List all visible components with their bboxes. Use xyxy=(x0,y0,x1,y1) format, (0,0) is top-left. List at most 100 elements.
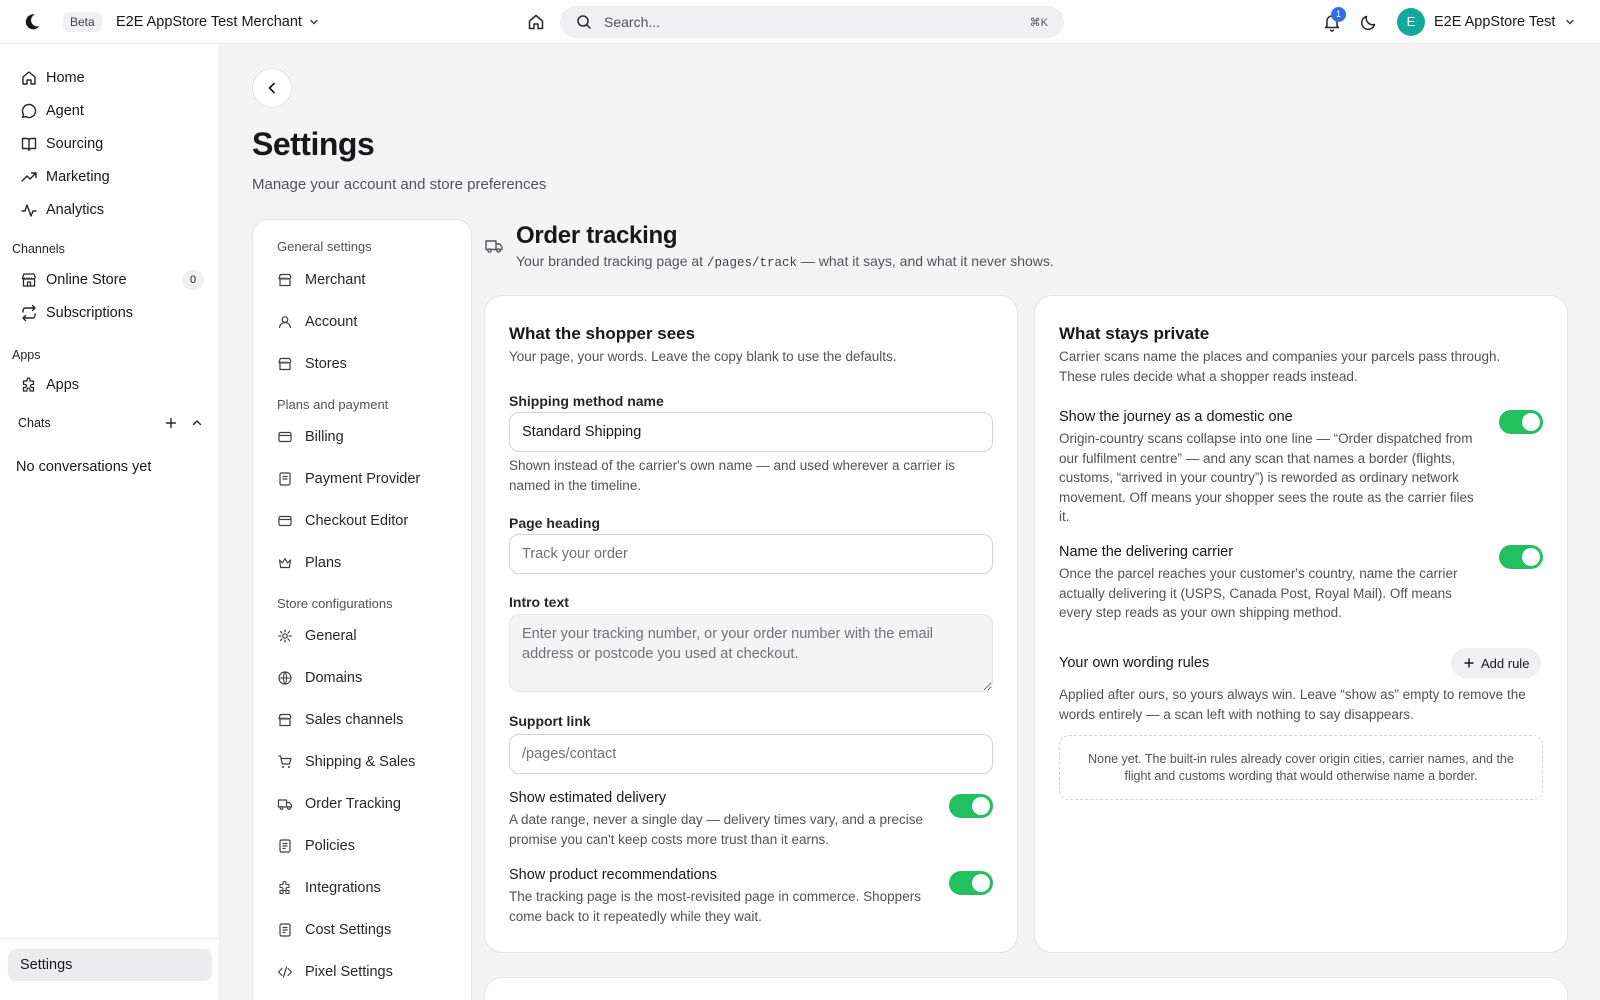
settings-nav-sales-channels[interactable]: Sales channels xyxy=(277,706,457,734)
plus-icon[interactable] xyxy=(164,416,178,430)
settings-nav-billing[interactable]: Billing xyxy=(277,423,457,451)
chat-bubble-icon xyxy=(20,102,38,120)
brand-logo-icon[interactable] xyxy=(22,12,42,32)
settings-nav-label: Integrations xyxy=(305,880,381,896)
section-title: Order tracking xyxy=(516,222,678,249)
estimated-delivery-toggle[interactable] xyxy=(949,794,993,818)
chevron-up-icon[interactable] xyxy=(190,416,204,430)
settings-nav-domains[interactable]: Domains xyxy=(277,664,457,692)
chats-header: Chats xyxy=(18,416,204,430)
support-link-input[interactable] xyxy=(509,734,993,774)
credit-card-icon xyxy=(277,513,293,529)
settings-group-heading: Store configurations xyxy=(277,596,393,611)
settings-nav-label: Payment Provider xyxy=(305,471,421,487)
no-conversations-text: No conversations yet xyxy=(16,459,152,475)
sidebar-item-analytics[interactable]: Analytics xyxy=(8,194,212,226)
settings-nav-general[interactable]: General xyxy=(277,622,457,650)
chevron-down-icon xyxy=(308,16,320,28)
settings-nav-label: Order Tracking xyxy=(305,796,401,812)
search-bar[interactable]: Search... ⌘K xyxy=(560,6,1064,38)
card-subtitle: Your page, your words. Leave the copy bl… xyxy=(509,349,897,364)
settings-nav-pixel-settings[interactable]: Pixel Settings xyxy=(277,958,457,986)
sidebar-item-label: Agent xyxy=(46,103,84,119)
puzzle-icon xyxy=(20,376,38,394)
search-icon xyxy=(576,14,592,30)
truck-icon xyxy=(277,796,293,812)
settings-nav-account[interactable]: Account xyxy=(277,308,457,336)
settings-nav-merchant[interactable]: Merchant xyxy=(277,266,457,294)
sidebar: Home Agent Sourcing Marketing Analytics … xyxy=(0,44,220,1000)
avatar: E xyxy=(1397,8,1425,36)
delivering-carrier-toggle[interactable] xyxy=(1499,545,1543,569)
channels-heading: Channels xyxy=(12,242,65,256)
settings-nav: General settings Merchant Account Stores… xyxy=(252,219,472,1000)
section-subtitle-text: — what it says, and what it never shows. xyxy=(800,253,1054,269)
add-rule-button[interactable]: Add rule xyxy=(1451,648,1542,678)
settings-group-heading: Plans and payment xyxy=(277,397,389,412)
next-section-card xyxy=(484,977,1568,1000)
store-icon xyxy=(277,356,293,372)
section-subtitle: Your branded tracking page at /pages/tra… xyxy=(516,253,1054,270)
sidebar-item-sourcing[interactable]: Sourcing xyxy=(8,128,212,160)
card-title: What stays private xyxy=(1059,324,1210,343)
settings-nav-label: Merchant xyxy=(305,272,366,288)
settings-nav-label: Pixel Settings xyxy=(305,964,393,980)
truck-icon xyxy=(484,236,504,256)
theme-toggle-moon-icon[interactable] xyxy=(1359,12,1379,32)
settings-nav-policies[interactable]: Policies xyxy=(277,832,457,860)
settings-nav-label: Cost Settings xyxy=(305,922,392,938)
sidebar-item-agent[interactable]: Agent xyxy=(8,95,212,127)
back-button[interactable] xyxy=(252,68,292,108)
settings-nav-label: Sales channels xyxy=(305,712,404,728)
card-title: What the shopper sees xyxy=(509,324,696,343)
user-menu[interactable]: E E2E AppStore Test xyxy=(1397,8,1576,36)
sidebar-item-online-store[interactable]: Online Store 0 xyxy=(8,264,212,296)
sidebar-item-subscriptions[interactable]: Subscriptions xyxy=(8,297,212,329)
empty-rules-text: None yet. The built-in rules already cov… xyxy=(1088,752,1514,783)
trending-up-icon xyxy=(20,168,38,186)
product-recommendations-toggle[interactable] xyxy=(949,871,993,895)
toggle-title: Show estimated delivery xyxy=(509,790,667,806)
receipt-icon xyxy=(277,922,293,938)
settings-nav-plans[interactable]: Plans xyxy=(277,549,457,577)
home-icon[interactable] xyxy=(526,12,546,32)
settings-group-heading: General settings xyxy=(277,239,372,254)
settings-nav-order-tracking[interactable]: Order Tracking xyxy=(277,790,457,818)
receipt-icon xyxy=(277,838,293,854)
settings-nav-label: Checkout Editor xyxy=(305,513,409,529)
field-label: Intro text xyxy=(509,594,569,610)
merchant-switcher[interactable]: E2E AppStore Test Merchant xyxy=(116,12,320,32)
sidebar-item-marketing[interactable]: Marketing xyxy=(8,161,212,193)
field-help: Shown instead of the carrier's own name … xyxy=(509,458,956,493)
empty-rules-box: None yet. The built-in rules already cov… xyxy=(1059,735,1543,800)
intro-text-input[interactable] xyxy=(509,614,993,692)
shipping-method-input[interactable] xyxy=(509,412,993,452)
page-heading-input[interactable] xyxy=(509,534,993,574)
top-bar: Beta E2E AppStore Test Merchant Search..… xyxy=(0,0,1600,44)
code-icon xyxy=(277,964,293,980)
sidebar-item-label: Sourcing xyxy=(46,136,104,152)
sidebar-item-home[interactable]: Home xyxy=(8,62,212,94)
notifications-button[interactable]: 1 xyxy=(1322,7,1346,32)
settings-nav-stores[interactable]: Stores xyxy=(277,350,457,378)
sidebar-item-label: Home xyxy=(46,70,85,86)
count-badge: 0 xyxy=(182,270,204,290)
page-title: Settings xyxy=(252,126,375,162)
search-input[interactable]: Search... xyxy=(604,14,1030,30)
puzzle-icon xyxy=(277,880,293,896)
activity-icon xyxy=(20,201,38,219)
add-rule-label: Add rule xyxy=(1481,655,1530,671)
sidebar-item-apps[interactable]: Apps xyxy=(8,369,212,401)
settings-nav-label: Plans xyxy=(305,555,342,571)
settings-nav-checkout-editor[interactable]: Checkout Editor xyxy=(277,507,457,535)
sidebar-item-settings[interactable]: Settings xyxy=(8,949,212,981)
chevron-left-icon xyxy=(264,80,280,96)
settings-nav-integrations[interactable]: Integrations xyxy=(277,874,457,902)
domestic-journey-toggle[interactable] xyxy=(1499,410,1543,434)
settings-nav-label: Shipping & Sales xyxy=(305,754,416,770)
settings-nav-payment-provider[interactable]: Payment Provider xyxy=(277,465,457,493)
field-label: Shipping method name xyxy=(509,393,664,409)
settings-nav-shipping-sales[interactable]: Shipping & Sales xyxy=(277,748,457,776)
settings-nav-cost-settings[interactable]: Cost Settings xyxy=(277,916,457,944)
divider xyxy=(0,938,219,939)
